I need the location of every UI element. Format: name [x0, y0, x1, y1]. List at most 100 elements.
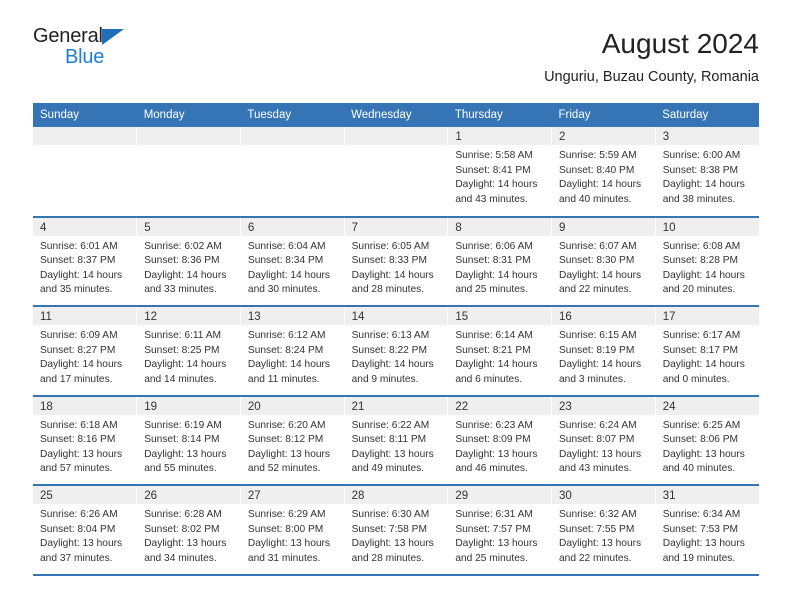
- calendar-day-cell[interactable]: 18 Sunrise: 6:18 AM Sunset: 8:16 PM Dayligh…: [33, 395, 137, 486]
- daylight-text: Daylight: 13 hours and 22 minutes.: [559, 538, 642, 564]
- weekday-header-thursday: Thursday: [447, 103, 552, 127]
- sunset-text: Sunset: 8:25 PM: [144, 344, 220, 356]
- weekday-header-row: Sunday Monday Tuesday Wednesday Thursday…: [33, 103, 759, 127]
- day-number: 26: [137, 486, 240, 504]
- calendar-day-cell[interactable]: 2 Sunrise: 5:59 AM Sunset: 8:40 PM Daylight…: [551, 127, 656, 218]
- day-details: Sunrise: 6:11 AM Sunset: 8:25 PM Daylight:…: [137, 325, 240, 387]
- calendar-day-cell[interactable]: 1 Sunrise: 5:58 AM Sunset: 8:41 PM Daylight…: [447, 127, 552, 218]
- daylight-text: Daylight: 13 hours and 34 minutes.: [144, 538, 227, 564]
- calendar-day-cell-empty: [239, 127, 345, 218]
- calendar-day-cell[interactable]: 26 Sunrise: 6:28 AM Sunset: 8:02 PM Dayligh…: [136, 485, 241, 576]
- calendar-day-cell[interactable]: 22 Sunrise: 6:23 AM Sunset: 8:09 PM Dayligh…: [447, 395, 552, 486]
- sunset-text: Sunset: 8:21 PM: [455, 344, 531, 356]
- calendar-week-row: 25 Sunrise: 6:26 AM Sunset: 8:04 PM Dayligh…: [33, 485, 759, 576]
- day-details: Sunrise: 6:02 AM Sunset: 8:36 PM Daylight:…: [137, 236, 240, 298]
- day-details: Sunrise: 6:08 AM Sunset: 8:28 PM Daylight:…: [656, 236, 759, 298]
- day-number: 12: [137, 307, 240, 325]
- calendar-day-cell[interactable]: 17 Sunrise: 6:17 AM Sunset: 8:17 PM Dayligh…: [654, 306, 759, 397]
- sunset-text: Sunset: 8:34 PM: [247, 255, 324, 267]
- daylight-text: Daylight: 14 hours and 28 minutes.: [351, 269, 434, 296]
- sunrise-text: Sunrise: 6:29 AM: [247, 509, 326, 520]
- day-number: [240, 127, 344, 145]
- day-details: Sunrise: 6:17 AM Sunset: 8:17 PM Daylight:…: [656, 325, 759, 387]
- calendar-day-cell[interactable]: 9 Sunrise: 6:07 AM Sunset: 8:30 PM Daylight…: [551, 216, 656, 307]
- sunrise-text: Sunrise: 6:20 AM: [247, 419, 326, 431]
- day-number: 1: [448, 127, 552, 145]
- calendar-day-cell[interactable]: 4 Sunrise: 6:01 AM Sunset: 8:37 PM Daylight…: [33, 216, 137, 307]
- calendar-day-cell[interactable]: 8 Sunrise: 6:06 AM Sunset: 8:31 PM Daylight…: [447, 216, 552, 307]
- calendar-day-cell[interactable]: 14 Sunrise: 6:13 AM Sunset: 8:22 PM Dayligh…: [343, 306, 448, 397]
- sunrise-text: Sunrise: 6:13 AM: [351, 330, 430, 341]
- day-details: Sunrise: 6:07 AM Sunset: 8:30 PM Daylight:…: [552, 236, 655, 298]
- calendar-day-cell[interactable]: 19 Sunrise: 6:19 AM Sunset: 8:14 PM Dayligh…: [136, 395, 241, 486]
- calendar-day-cell[interactable]: 20 Sunrise: 6:20 AM Sunset: 8:12 PM Dayligh…: [239, 395, 345, 486]
- calendar-week-row: 18 Sunrise: 6:18 AM Sunset: 8:16 PM Dayligh…: [33, 395, 759, 486]
- sunrise-text: Sunrise: 6:09 AM: [40, 330, 118, 341]
- calendar-day-cell[interactable]: 11 Sunrise: 6:09 AM Sunset: 8:27 PM Dayligh…: [33, 306, 137, 397]
- day-details: Sunrise: 6:05 AM Sunset: 8:33 PM Daylight:…: [345, 236, 448, 298]
- calendar-day-cell[interactable]: 28 Sunrise: 6:30 AM Sunset: 7:58 PM Dayligh…: [343, 485, 448, 576]
- calendar-day-cell[interactable]: 30 Sunrise: 6:32 AM Sunset: 7:55 PM Dayligh…: [551, 485, 656, 576]
- day-number: 17: [655, 307, 759, 325]
- daylight-text: Daylight: 13 hours and 55 minutes.: [144, 448, 227, 475]
- sunrise-text: Sunrise: 6:14 AM: [455, 330, 533, 341]
- calendar-day-cell[interactable]: 27 Sunrise: 6:29 AM Sunset: 8:00 PM Dayligh…: [239, 485, 345, 576]
- page-header: General Blue August 2024 Unguriu, Buzau …: [33, 0, 759, 103]
- day-number: 13: [240, 307, 344, 325]
- day-details: Sunrise: 6:06 AM Sunset: 8:31 PM Daylight:…: [448, 236, 551, 298]
- calendar-day-cell[interactable]: 7 Sunrise: 6:05 AM Sunset: 8:33 PM Daylight…: [343, 216, 448, 307]
- calendar-day-cell[interactable]: 29 Sunrise: 6:31 AM Sunset: 7:57 PM Dayligh…: [447, 485, 552, 576]
- sunset-text: Sunset: 8:04 PM: [40, 523, 116, 535]
- sunrise-text: Sunrise: 5:59 AM: [559, 150, 637, 161]
- day-number: 21: [344, 396, 448, 415]
- sunset-text: Sunset: 8:22 PM: [351, 344, 427, 356]
- calendar-day-cell[interactable]: 25 Sunrise: 6:26 AM Sunset: 8:04 PM Dayligh…: [33, 485, 137, 576]
- sunrise-text: Sunrise: 6:01 AM: [40, 240, 118, 252]
- calendar-page: General Blue August 2024 Unguriu, Buzau …: [0, 0, 792, 612]
- calendar-header-row: Sunday Monday Tuesday Wednesday Thursday…: [33, 103, 759, 127]
- sunrise-text: Sunrise: 6:23 AM: [455, 419, 533, 431]
- daylight-text: Daylight: 13 hours and 49 minutes.: [351, 448, 434, 475]
- calendar-day-cell[interactable]: 12 Sunrise: 6:11 AM Sunset: 8:25 PM Dayligh…: [136, 306, 241, 397]
- sunset-text: Sunset: 8:33 PM: [351, 255, 427, 267]
- calendar-day-cell-empty: [343, 127, 448, 218]
- calendar-day-cell[interactable]: 3 Sunrise: 6:00 AM Sunset: 8:38 PM Daylight…: [654, 127, 759, 218]
- sunrise-text: Sunrise: 6:17 AM: [662, 330, 741, 341]
- calendar-day-cell[interactable]: 16 Sunrise: 6:15 AM Sunset: 8:19 PM Dayligh…: [551, 306, 656, 397]
- sunrise-text: Sunrise: 6:18 AM: [40, 419, 118, 431]
- daylight-text: Daylight: 14 hours and 20 minutes.: [662, 269, 745, 296]
- calendar-week-row: 4 Sunrise: 6:01 AM Sunset: 8:37 PM Daylight…: [33, 216, 759, 307]
- sunrise-text: Sunrise: 6:32 AM: [559, 509, 637, 520]
- sunrise-text: Sunrise: 6:25 AM: [662, 419, 741, 431]
- sunrise-text: Sunrise: 6:28 AM: [144, 509, 222, 520]
- day-details: Sunrise: 6:25 AM Sunset: 8:06 PM Daylight:…: [656, 415, 759, 477]
- calendar-day-cell[interactable]: 31 Sunrise: 6:34 AM Sunset: 7:53 PM Dayligh…: [654, 485, 759, 576]
- day-details: Sunrise: 6:24 AM Sunset: 8:07 PM Daylight:…: [552, 415, 655, 477]
- calendar-day-cell[interactable]: 13 Sunrise: 6:12 AM Sunset: 8:24 PM Dayligh…: [239, 306, 345, 397]
- calendar-day-cell[interactable]: 23 Sunrise: 6:24 AM Sunset: 8:07 PM Dayligh…: [551, 395, 656, 486]
- sunrise-text: Sunrise: 6:26 AM: [40, 509, 118, 520]
- day-number: 23: [552, 396, 655, 415]
- day-details: Sunrise: 5:58 AM Sunset: 8:41 PM Daylight:…: [448, 145, 551, 207]
- sunset-text: Sunset: 8:07 PM: [559, 434, 635, 446]
- sunset-text: Sunset: 7:53 PM: [662, 523, 739, 535]
- calendar-day-cell[interactable]: 15 Sunrise: 6:14 AM Sunset: 8:21 PM Dayligh…: [447, 306, 552, 397]
- day-number: [344, 127, 448, 145]
- daylight-text: Daylight: 14 hours and 33 minutes.: [144, 269, 227, 296]
- daylight-text: Daylight: 14 hours and 14 minutes.: [144, 359, 227, 385]
- calendar-day-cell[interactable]: 21 Sunrise: 6:22 AM Sunset: 8:11 PM Dayligh…: [343, 395, 448, 486]
- calendar-day-cell[interactable]: 24 Sunrise: 6:25 AM Sunset: 8:06 PM Dayligh…: [654, 395, 759, 486]
- calendar-week-row: 1 Sunrise: 5:58 AM Sunset: 8:41 PM Daylight…: [33, 127, 759, 218]
- daylight-text: Daylight: 14 hours and 17 minutes.: [40, 359, 123, 385]
- generalblue-logo[interactable]: General Blue: [33, 26, 137, 67]
- calendar-day-cell[interactable]: 5 Sunrise: 6:02 AM Sunset: 8:36 PM Daylight…: [136, 216, 241, 307]
- day-number: 8: [448, 217, 552, 236]
- logo-word-blue: Blue: [65, 46, 105, 68]
- day-number: 3: [655, 127, 759, 145]
- weekday-header-monday: Monday: [136, 103, 241, 127]
- day-details: Sunrise: 6:31 AM Sunset: 7:57 PM Daylight:…: [448, 504, 551, 566]
- calendar-day-cell[interactable]: 10 Sunrise: 6:08 AM Sunset: 8:28 PM Dayligh…: [654, 216, 759, 307]
- calendar-day-cell[interactable]: 6 Sunrise: 6:04 AM Sunset: 8:34 PM Daylight…: [239, 216, 345, 307]
- day-number: 27: [240, 486, 344, 504]
- sunset-text: Sunset: 7:58 PM: [351, 523, 427, 535]
